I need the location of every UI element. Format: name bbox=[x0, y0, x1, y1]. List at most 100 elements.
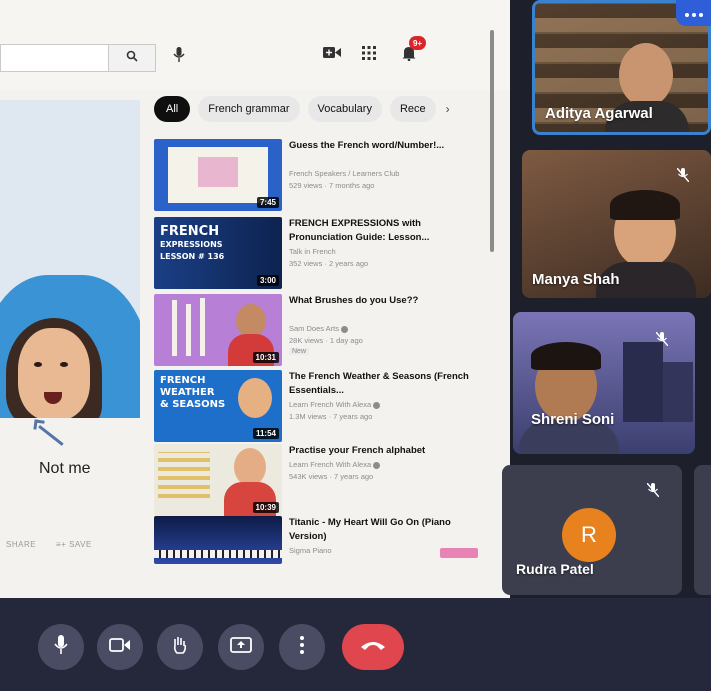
brush-shape bbox=[200, 298, 205, 356]
recommended-video[interactable]: FRENCH WEATHER & SEASONS 11:54 The Frenc… bbox=[154, 370, 484, 442]
thumbnail-card bbox=[198, 157, 238, 187]
meeting-screen: 9+ Not me SHARE ≡+ SAVE All French gramm… bbox=[0, 0, 711, 691]
recommended-video[interactable]: Titanic - My Heart Will Go On (Piano Ver… bbox=[154, 516, 484, 588]
video-thumbnail[interactable]: 7:45 bbox=[154, 139, 282, 211]
piano-keys bbox=[154, 550, 282, 558]
verified-icon bbox=[373, 461, 381, 469]
participant-name: Aditya Agarwal bbox=[545, 105, 653, 122]
search-button[interactable] bbox=[108, 44, 156, 72]
save-icon: ≡+ bbox=[56, 540, 70, 549]
participant-tile[interactable]: Shreni Soni bbox=[513, 312, 695, 454]
channel-label: Sam Does Arts bbox=[289, 324, 340, 333]
camera-icon bbox=[109, 637, 131, 657]
share-label: SHARE bbox=[6, 540, 37, 549]
video-title[interactable]: Titanic - My Heart Will Go On (Piano Ver… bbox=[289, 516, 479, 544]
video-thumbnail[interactable]: FRENCH WEATHER & SEASONS 11:54 bbox=[154, 370, 282, 442]
more-participants-button[interactable] bbox=[676, 0, 711, 26]
camera-button[interactable] bbox=[97, 624, 143, 670]
participant-hair bbox=[531, 342, 601, 370]
hang-up-icon bbox=[360, 638, 386, 656]
channel-name[interactable]: Sam Does Arts bbox=[289, 324, 349, 333]
arrow-line bbox=[38, 425, 64, 446]
video-create-icon bbox=[323, 46, 341, 64]
video-meta: 28K views · 1 day ago bbox=[289, 336, 363, 345]
share-button[interactable]: SHARE bbox=[6, 540, 36, 549]
video-duration: 3:00 bbox=[256, 275, 279, 286]
save-label: SAVE bbox=[69, 540, 92, 549]
participant-hair bbox=[610, 190, 680, 220]
video-duration: 10:39 bbox=[252, 502, 279, 513]
video-thumbnail[interactable]: 10:31 bbox=[154, 294, 282, 366]
chip-french-grammar[interactable]: French grammar bbox=[198, 96, 300, 122]
shared-screen: 9+ Not me SHARE ≡+ SAVE All French gramm… bbox=[0, 0, 510, 598]
muted-mic-icon bbox=[672, 164, 694, 186]
video-meta: 543K views · 7 years ago bbox=[289, 472, 374, 481]
video-meta: 352 views · 2 years ago bbox=[289, 259, 369, 268]
thumbnail-lesson: & SEASONS bbox=[160, 399, 226, 410]
recommended-video[interactable]: 10:31 What Brushes do you Use?? Sam Does… bbox=[154, 294, 484, 366]
chevron-right-icon[interactable]: › bbox=[446, 102, 450, 116]
notification-badge: 9+ bbox=[409, 36, 426, 50]
thumbnail-title: FRENCH bbox=[160, 375, 206, 386]
verified-icon bbox=[373, 401, 381, 409]
more-options-button[interactable] bbox=[279, 624, 325, 670]
video-thumbnail[interactable] bbox=[154, 516, 282, 564]
video-title[interactable]: Practise your French alphabet bbox=[289, 444, 479, 458]
channel-name[interactable]: Learn French With Alexa bbox=[289, 400, 381, 409]
microphone-icon bbox=[54, 634, 68, 660]
present-screen-button[interactable] bbox=[218, 624, 264, 670]
raise-hand-button[interactable] bbox=[157, 624, 203, 670]
muted-mic-icon bbox=[642, 479, 664, 501]
save-button[interactable]: ≡+ SAVE bbox=[56, 540, 92, 549]
microphone-icon bbox=[173, 46, 185, 68]
building-shape bbox=[663, 362, 693, 422]
new-badge: New bbox=[289, 348, 310, 355]
microphone-button[interactable] bbox=[38, 624, 84, 670]
chip-vocabulary[interactable]: Vocabulary bbox=[307, 96, 382, 122]
music-tag bbox=[440, 548, 478, 558]
channel-name[interactable]: Learn French With Alexa bbox=[289, 460, 381, 469]
thumbnail-face bbox=[234, 448, 266, 486]
participant-tile-partial[interactable] bbox=[694, 465, 711, 595]
present-icon bbox=[230, 636, 252, 658]
video-player[interactable] bbox=[0, 100, 140, 418]
chip-recent[interactable]: Rece bbox=[389, 96, 436, 122]
presenter-eye bbox=[34, 362, 42, 367]
video-thumbnail[interactable]: FRENCH EXPRESSIONS LESSON # 136 3:00 bbox=[154, 217, 282, 289]
create-button[interactable] bbox=[321, 44, 343, 66]
video-title[interactable]: FRENCH EXPRESSIONS with Pronunciation Gu… bbox=[289, 217, 479, 245]
recommended-video[interactable]: 10:39 Practise your French alphabet Lear… bbox=[154, 444, 484, 516]
video-title[interactable]: Guess the French word/Number!... bbox=[289, 139, 479, 153]
channel-name[interactable]: Talk in French bbox=[289, 247, 336, 256]
presenter-face bbox=[18, 328, 90, 418]
brush-shape bbox=[186, 304, 191, 356]
participant-face bbox=[619, 43, 673, 107]
verified-icon bbox=[341, 325, 349, 333]
thumbnail-face bbox=[238, 378, 272, 418]
search-icon bbox=[126, 49, 138, 67]
voice-search-button[interactable] bbox=[168, 46, 190, 68]
presenter-eye bbox=[60, 362, 68, 367]
scrollbar[interactable] bbox=[490, 30, 494, 252]
avatar: R bbox=[562, 508, 616, 562]
recommended-video[interactable]: 7:45 Guess the French word/Number!... Fr… bbox=[154, 139, 484, 211]
video-duration: 11:54 bbox=[252, 428, 279, 439]
video-duration: 7:45 bbox=[256, 197, 279, 208]
recommended-video[interactable]: FRENCH EXPRESSIONS LESSON # 136 3:00 FRE… bbox=[154, 217, 484, 289]
channel-name[interactable]: French Speakers / Learners Club bbox=[289, 169, 399, 178]
participant-tile[interactable]: Manya Shah bbox=[522, 150, 711, 298]
channel-label: Learn French With Alexa bbox=[289, 460, 372, 469]
thumbnail-subtitle: WEATHER bbox=[160, 387, 215, 398]
building-shape bbox=[623, 342, 663, 422]
annotation-caption: Not me bbox=[39, 460, 91, 477]
hang-up-button[interactable] bbox=[342, 624, 404, 670]
participant-name: Rudra Patel bbox=[516, 561, 594, 577]
channel-name[interactable]: Sigma Piano bbox=[289, 546, 332, 555]
video-thumbnail[interactable]: 10:39 bbox=[154, 444, 282, 516]
chip-all[interactable]: All bbox=[154, 96, 191, 122]
video-title[interactable]: The French Weather & Seasons (French Ess… bbox=[289, 370, 479, 398]
thumbnail-title: FRENCH bbox=[160, 224, 220, 239]
search-input[interactable] bbox=[0, 44, 108, 72]
video-title[interactable]: What Brushes do you Use?? bbox=[289, 294, 479, 308]
apps-button[interactable] bbox=[358, 44, 380, 66]
